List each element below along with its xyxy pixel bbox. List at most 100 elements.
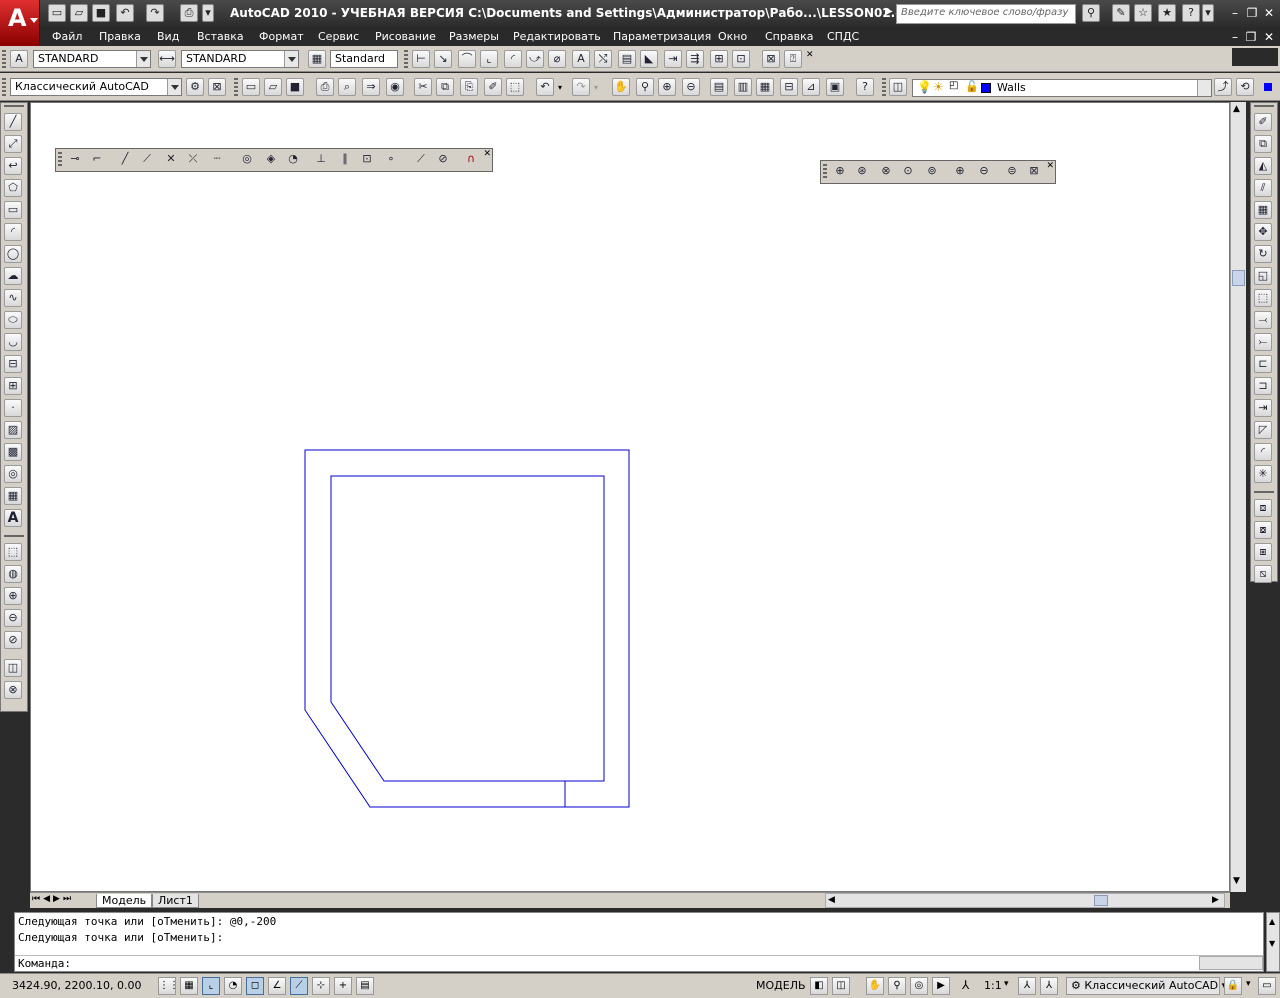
workspace-select[interactable]: Классический AutoCAD bbox=[10, 78, 182, 96]
osnap-tracking-icon[interactable]: ∠ bbox=[268, 977, 286, 995]
explode-icon[interactable]: ✳ bbox=[1254, 465, 1272, 483]
search-input[interactable]: Введите ключевое слово/фразу bbox=[896, 4, 1076, 24]
layer-thaw-sun-icon[interactable]: ☀ bbox=[933, 80, 944, 94]
help-menu-icon[interactable]: ▾ bbox=[1202, 4, 1214, 22]
toolbar-grip[interactable] bbox=[234, 78, 238, 96]
menu-spds[interactable]: СПДС bbox=[827, 30, 859, 43]
layer-vp-freeze-icon[interactable]: ◰ bbox=[949, 80, 958, 91]
dynamic-ucs-icon[interactable]: ⟋ bbox=[290, 977, 308, 995]
workspace-settings-icon[interactable]: ⚙ bbox=[186, 78, 204, 96]
application-menu-button[interactable]: A bbox=[0, 0, 40, 46]
scroll-down-icon[interactable]: ▼ bbox=[1269, 939, 1275, 948]
snap-mode-icon[interactable]: ⋮⋮ bbox=[158, 977, 179, 995]
copy-icon[interactable]: ⧉ bbox=[436, 78, 454, 96]
plot-icon[interactable]: ⎙ bbox=[316, 78, 334, 96]
quick-dim-icon[interactable]: ⤭ bbox=[594, 50, 612, 68]
temp-track-point-icon[interactable]: ⊸ bbox=[66, 151, 84, 169]
toolbar-grip[interactable] bbox=[58, 152, 62, 168]
sheet-set-icon[interactable]: ⊟ bbox=[780, 78, 798, 96]
zoom-window-icon[interactable]: ⊕ bbox=[831, 163, 849, 181]
snap-center-icon[interactable]: ◎ bbox=[238, 151, 256, 169]
polyline-icon[interactable]: ↩ bbox=[4, 157, 22, 175]
command-line[interactable]: Следующая точка или [оТменить]: @0,-200 … bbox=[14, 912, 1264, 972]
toolbar-grip[interactable] bbox=[2, 78, 6, 96]
menu-file[interactable]: Файл bbox=[52, 30, 82, 43]
redo-menu-icon[interactable]: ▾ bbox=[594, 83, 598, 92]
text-style-icon[interactable]: A bbox=[10, 50, 28, 68]
scroll-up-icon[interactable]: ▲ bbox=[1269, 917, 1275, 926]
snap-midpoint-icon[interactable]: ⟋ bbox=[138, 151, 156, 169]
subscription-icon[interactable]: ☆ bbox=[1134, 4, 1152, 22]
bring-above-icon[interactable]: ⧆ bbox=[1254, 543, 1272, 561]
search-expand-icon[interactable]: ▶ bbox=[885, 6, 893, 17]
radius-icon[interactable]: ◜ bbox=[504, 50, 522, 68]
angular-icon[interactable]: A bbox=[572, 50, 590, 68]
menu-edit[interactable]: Правка bbox=[99, 30, 141, 43]
open-icon[interactable]: ▱ bbox=[264, 78, 282, 96]
zoom-previous-icon[interactable]: ⊖ bbox=[682, 78, 700, 96]
toolbar-grip[interactable] bbox=[2, 50, 6, 68]
annotation-scale-value[interactable]: 1:1 bbox=[984, 979, 1002, 992]
properties-icon[interactable]: ▤ bbox=[710, 78, 728, 96]
minimize-icon[interactable]: – bbox=[1228, 6, 1242, 20]
annotation-scale-icon[interactable]: ⅄ bbox=[962, 978, 969, 992]
toolbar-grip[interactable] bbox=[4, 105, 24, 109]
jogged-icon[interactable]: ⤻ bbox=[526, 50, 544, 68]
new-file-icon[interactable]: ▭ bbox=[48, 4, 66, 22]
markup-icon[interactable]: ⊿ bbox=[802, 78, 820, 96]
osnap-settings-magnet-icon[interactable]: ∩ bbox=[462, 151, 480, 169]
ordinate-icon[interactable]: ⌞ bbox=[480, 50, 498, 68]
revision-cloud-icon[interactable]: ☁ bbox=[4, 267, 22, 285]
chamfer-icon[interactable]: ◸ bbox=[1254, 421, 1272, 439]
tool-palettes-icon[interactable]: ▦ bbox=[756, 78, 774, 96]
pan-status-icon[interactable]: ✋ bbox=[866, 977, 884, 995]
snap-extension-icon[interactable]: ┈ bbox=[208, 151, 226, 169]
horizontal-scrollbar[interactable]: ◀ ▶ bbox=[825, 893, 1225, 908]
search-binoculars-icon[interactable]: ⚲ bbox=[1082, 4, 1100, 22]
showmotion-icon[interactable]: ▶ bbox=[932, 977, 950, 995]
aligned-dimension-icon[interactable]: ↘ bbox=[434, 50, 452, 68]
snap-parallel-icon[interactable]: ∥ bbox=[336, 151, 354, 169]
open-file-icon[interactable]: ▱ bbox=[70, 4, 88, 22]
help-icon[interactable]: ? bbox=[1182, 4, 1200, 22]
snap-none-icon[interactable]: ⊘ bbox=[434, 151, 452, 169]
continue-icon[interactable]: ◣ bbox=[640, 50, 658, 68]
color-control-swatch[interactable] bbox=[1264, 83, 1272, 91]
tab-nav-arrows-icon[interactable]: ⏮◀▶⏭ bbox=[32, 894, 74, 904]
line-icon[interactable]: ╱ bbox=[4, 113, 22, 131]
erase-icon[interactable]: ✐ bbox=[1254, 113, 1272, 131]
communication-center-icon[interactable]: ✎ bbox=[1112, 4, 1130, 22]
snap-tangent-icon[interactable]: ◔ bbox=[284, 151, 302, 169]
spline-icon[interactable]: ∿ bbox=[4, 289, 22, 307]
auto-scale-icon[interactable]: ⅄ bbox=[1040, 977, 1058, 995]
menu-window[interactable]: Окно bbox=[718, 30, 747, 43]
plot-preview-icon[interactable]: ⌕ bbox=[338, 78, 356, 96]
vertical-scrollbar[interactable]: ▲ ▼ bbox=[1230, 102, 1246, 892]
dim-space-icon[interactable]: ⇥ bbox=[664, 50, 682, 68]
grid-display-icon[interactable]: ▦ bbox=[180, 977, 198, 995]
dim-style-manager-icon[interactable]: ⍰ bbox=[784, 50, 802, 68]
3d-dwf-icon[interactable]: ◉ bbox=[386, 78, 404, 96]
chevron-down-icon[interactable]: ▾ bbox=[1004, 979, 1009, 989]
tab-layout1[interactable]: Лист1 bbox=[152, 894, 199, 908]
zoom-dynamic-icon[interactable]: ⊛ bbox=[853, 163, 871, 181]
quick-view-drawings-icon[interactable]: ◫ bbox=[832, 977, 850, 995]
toolbar-grip[interactable] bbox=[823, 164, 827, 180]
toolbar-close-icon[interactable]: ✕ bbox=[1046, 161, 1054, 171]
design-center-icon[interactable]: ▥ bbox=[734, 78, 752, 96]
diameter-icon[interactable]: ⌀ bbox=[548, 50, 566, 68]
zoom-object-icon[interactable]: ⊚ bbox=[923, 163, 941, 181]
stretch-icon[interactable]: ⬚ bbox=[1254, 289, 1272, 307]
status-menu-icon[interactable]: ▾ bbox=[1246, 979, 1251, 989]
sphere-icon[interactable]: ◍ bbox=[4, 565, 22, 583]
horizontal-scroll-thumb[interactable] bbox=[1094, 895, 1108, 906]
plot-icon[interactable]: ⎙ bbox=[180, 4, 198, 22]
union-icon[interactable]: ⊕ bbox=[4, 587, 22, 605]
array-icon[interactable]: ▦ bbox=[1254, 201, 1272, 219]
menu-parametric[interactable]: Параметризация bbox=[613, 30, 711, 43]
text-style-select[interactable]: STANDARD bbox=[33, 50, 151, 68]
circle-icon[interactable]: ◯ bbox=[4, 245, 22, 263]
toolbar-close-icon[interactable]: ✕ bbox=[483, 149, 491, 159]
table-icon[interactable]: ▦ bbox=[4, 487, 22, 505]
block-editor-icon[interactable]: ⬚ bbox=[506, 78, 524, 96]
